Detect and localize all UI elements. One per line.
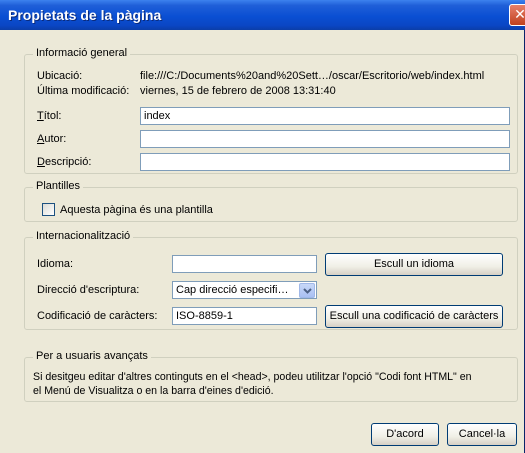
general-info-legend: Informació general: [33, 47, 131, 59]
choose-encoding-button[interactable]: Escull una codificació de caràcters: [325, 305, 503, 328]
page-properties-dialog: Propietats de la pàgina ✕ Informació gen…: [0, 0, 525, 453]
author-input[interactable]: [140, 130, 510, 148]
close-icon[interactable]: ✕: [509, 4, 525, 26]
template-checkbox[interactable]: [42, 203, 55, 216]
template-checkbox-label[interactable]: Aquesta pàgina és una plantilla: [60, 204, 213, 216]
general-info-group: Informació general Ubicació: file:///C:/…: [24, 47, 518, 174]
internationalization-legend: Internacionalització: [33, 230, 134, 242]
choose-language-button[interactable]: Escull un idioma: [325, 253, 503, 276]
location-value: file:///C:/Documents%20and%20Sett…/oscar…: [140, 70, 485, 82]
ok-button[interactable]: D'acord: [371, 423, 439, 446]
author-label: Autor:: [37, 133, 67, 145]
description-label: Descripció:: [37, 156, 92, 168]
direction-label: Direcció d'escriptura:: [37, 284, 140, 296]
language-label: Idioma:: [37, 258, 74, 270]
title-label: Títol:: [37, 110, 62, 122]
advanced-users-legend: Per a usuaris avançats: [33, 350, 151, 362]
encoding-input[interactable]: ISO-8859-1: [172, 307, 317, 325]
templates-legend: Plantilles: [33, 180, 84, 192]
title-input[interactable]: index: [140, 107, 510, 125]
last-modified-value: viernes, 15 de febrero de 2008 13:31:40: [140, 85, 336, 97]
advanced-help-line-2: el Menú de Visualitza o en la barra d'ei…: [33, 385, 274, 397]
encoding-label: Codificació de caràcters:: [37, 310, 158, 322]
language-input[interactable]: [172, 255, 317, 273]
description-input[interactable]: [140, 153, 510, 171]
title-bar[interactable]: Propietats de la pàgina ✕: [0, 0, 525, 30]
internationalization-group: Internacionalització Idioma: Escull un i…: [24, 230, 518, 330]
advanced-users-group: Per a usuaris avançats Si desitgeu edita…: [24, 350, 518, 402]
location-label: Ubicació:: [37, 70, 83, 82]
direction-select[interactable]: Cap direcció especifi…: [172, 281, 317, 299]
advanced-help-line-1: Si desitgeu editar d'altres continguts e…: [33, 371, 472, 383]
cancel-button[interactable]: Cancel·la: [447, 423, 517, 446]
templates-group: Plantilles Aquesta pàgina és una plantil…: [24, 180, 518, 222]
dialog-title: Propietats de la pàgina: [8, 7, 162, 23]
last-modified-label: Última modificació:: [37, 85, 130, 97]
direction-selected-value: Cap direcció especifi…: [176, 284, 289, 296]
chevron-down-icon[interactable]: [299, 283, 315, 298]
